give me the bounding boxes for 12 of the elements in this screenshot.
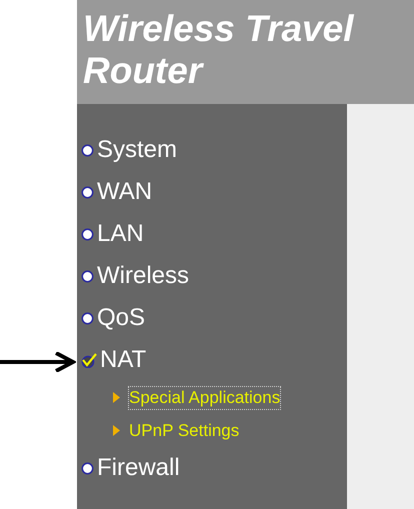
menu-item[interactable]: System: [97, 136, 178, 164]
triangle-icon: [113, 392, 120, 403]
menu-item[interactable]: QoS: [97, 304, 146, 332]
menu-item[interactable]: WAN: [97, 178, 152, 206]
menu-item[interactable]: Firewall: [97, 454, 180, 482]
menu-item[interactable]: NAT: [100, 346, 146, 374]
header-title: Wireless Travel Router: [83, 8, 356, 92]
menu-item[interactable]: LAN: [97, 220, 144, 248]
submenu-item[interactable]: Special Applications: [129, 386, 280, 408]
triangle-icon: [113, 425, 120, 436]
menu-item[interactable]: Wireless: [97, 262, 190, 290]
submenu-item[interactable]: UPnP Settings: [129, 420, 240, 442]
